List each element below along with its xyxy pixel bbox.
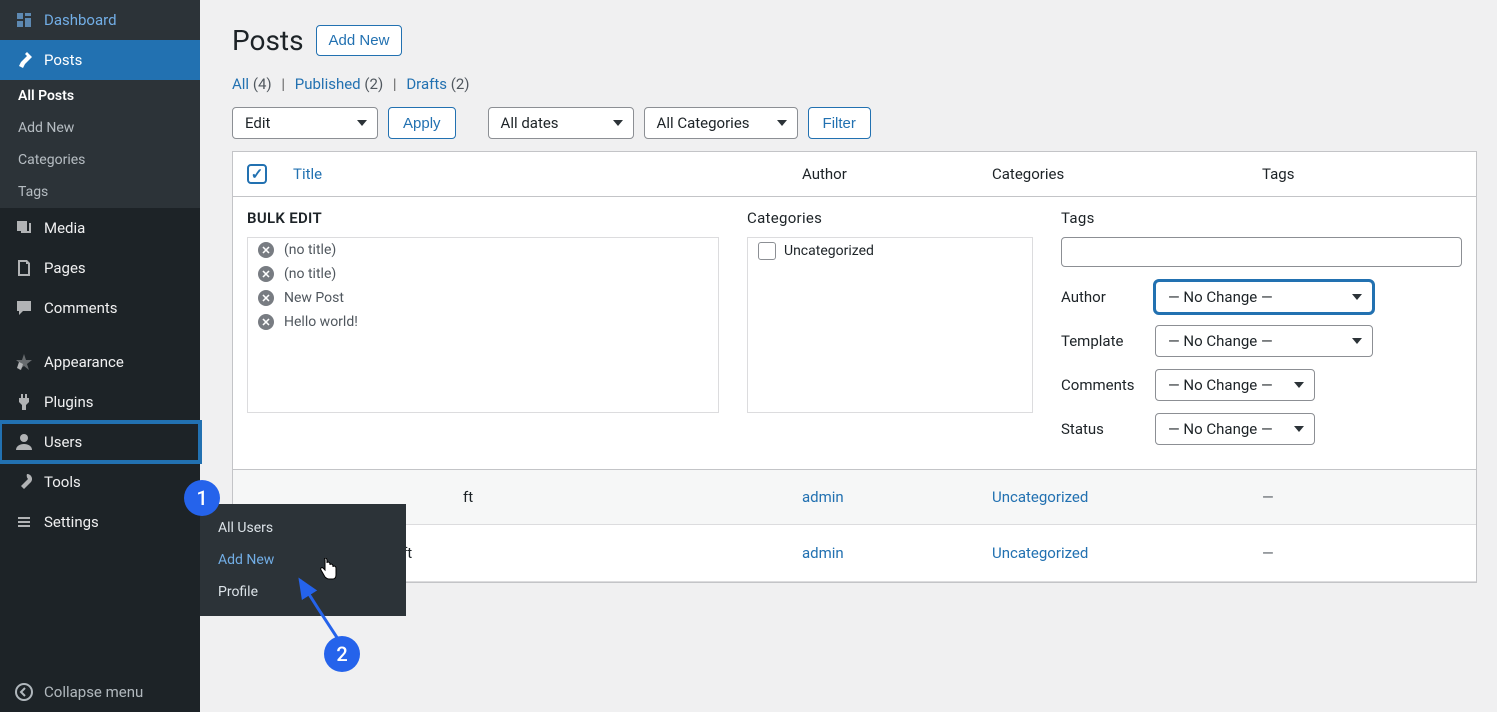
remove-icon[interactable]: ✕ <box>258 314 274 330</box>
bulk-title-item: ✕(no title) <box>248 262 718 286</box>
bulk-tags-label: Tags <box>1061 209 1462 227</box>
author-link[interactable]: admin <box>802 488 844 506</box>
comments-label: Comments <box>1061 376 1155 394</box>
settings-icon <box>14 512 34 532</box>
col-title[interactable]: Title <box>293 165 802 183</box>
users-flyout-menu: All Users Add New Profile <box>200 504 406 616</box>
annotation-badge-1: 1 <box>184 480 220 516</box>
sidebar-label: Settings <box>44 513 99 531</box>
select-all-checkbox[interactable] <box>247 164 267 184</box>
users-icon <box>14 432 34 452</box>
category-link[interactable]: Uncategorized <box>992 488 1088 506</box>
add-new-button[interactable]: Add New <box>316 25 403 56</box>
annotation-badge-2: 2 <box>324 636 360 672</box>
bulk-title-item: ✕New Post <box>248 286 718 310</box>
submenu-categories[interactable]: Categories <box>0 144 200 176</box>
tools-icon <box>14 472 34 492</box>
filter-button[interactable]: Filter <box>808 107 871 139</box>
dashboard-icon <box>14 10 34 30</box>
posts-submenu: All Posts Add New Categories Tags <box>0 80 200 208</box>
cat-checkbox[interactable] <box>758 242 776 260</box>
status-label: Status <box>1061 420 1155 438</box>
sidebar-label: Posts <box>44 51 82 69</box>
sidebar-item-dashboard[interactable]: Dashboard <box>0 0 200 40</box>
sidebar-label: Appearance <box>44 353 124 371</box>
tags-cell: — <box>1262 488 1462 506</box>
bulk-title-item: ✕(no title) <box>248 238 718 262</box>
tags-input[interactable] <box>1061 237 1462 267</box>
bulk-cats-label: Categories <box>747 209 1033 227</box>
cat-option: Uncategorized <box>748 238 1032 264</box>
sidebar-item-pages[interactable]: Pages <box>0 248 200 288</box>
sidebar-item-comments[interactable]: Comments <box>0 288 200 328</box>
author-label: Author <box>1061 288 1155 306</box>
col-categories: Categories <box>992 165 1262 183</box>
appearance-icon <box>14 352 34 372</box>
status-filters: All (4) | Published (2) | Drafts (2) <box>232 75 1477 93</box>
sidebar-item-tools[interactable]: Tools <box>0 462 200 502</box>
remove-icon[interactable]: ✕ <box>258 242 274 258</box>
bulk-cats-list[interactable]: Uncategorized <box>747 237 1033 413</box>
sidebar-label: Pages <box>44 259 86 277</box>
category-link[interactable]: Uncategorized <box>992 544 1088 562</box>
bulk-titles-list[interactable]: ✕(no title) ✕(no title) ✕New Post ✕Hello… <box>247 237 719 413</box>
remove-icon[interactable]: ✕ <box>258 266 274 282</box>
submenu-add-new[interactable]: Add New <box>0 112 200 144</box>
collapse-icon <box>14 682 34 702</box>
collapse-label: Collapse menu <box>44 683 143 701</box>
table-row: ft admin Uncategorized — <box>233 470 1476 525</box>
sidebar-item-posts[interactable]: Posts <box>0 40 200 80</box>
sidebar-label: Plugins <box>44 393 93 411</box>
template-label: Template <box>1061 332 1155 350</box>
tags-cell: — <box>1262 544 1462 562</box>
flyout-profile[interactable]: Profile <box>200 576 406 608</box>
comments-select[interactable]: — No Change — <box>1155 369 1315 401</box>
sidebar-item-settings[interactable]: Settings <box>0 502 200 542</box>
collapse-menu[interactable]: Collapse menu <box>0 672 200 712</box>
pages-icon <box>14 258 34 278</box>
sidebar-item-appearance[interactable]: Appearance <box>0 342 200 382</box>
col-tags: Tags <box>1262 165 1462 183</box>
sidebar-label: Dashboard <box>44 11 117 29</box>
sidebar-label: Users <box>44 433 82 451</box>
col-author: Author <box>802 165 992 183</box>
status-select[interactable]: — No Change — <box>1155 413 1315 445</box>
sidebar-label: Comments <box>44 299 118 317</box>
category-select[interactable]: All Categories <box>644 107 798 139</box>
comments-icon <box>14 298 34 318</box>
sidebar-item-media[interactable]: Media <box>0 208 200 248</box>
page-title: Posts <box>232 24 304 57</box>
sidebar-label: Media <box>44 219 85 237</box>
filter-published[interactable]: Published <box>295 75 361 93</box>
template-select[interactable]: — No Change — <box>1155 325 1373 357</box>
sidebar-item-users[interactable]: Users <box>0 422 200 462</box>
bulk-edit-panel: BULK EDIT ✕(no title) ✕(no title) ✕New P… <box>233 197 1476 470</box>
apply-button[interactable]: Apply <box>388 107 456 139</box>
flyout-add-new[interactable]: Add New <box>200 544 406 576</box>
table-row: (no t— Draft admin Uncategorized — <box>233 525 1476 582</box>
plugins-icon <box>14 392 34 412</box>
remove-icon[interactable]: ✕ <box>258 290 274 306</box>
pin-icon <box>14 50 34 70</box>
submenu-all-posts[interactable]: All Posts <box>0 80 200 112</box>
author-select[interactable]: — No Change — <box>1155 281 1373 313</box>
bulk-action-select[interactable]: Edit <box>232 107 378 139</box>
filter-all[interactable]: All <box>232 75 249 93</box>
bulk-title-item: ✕Hello world! <box>248 310 718 334</box>
author-link[interactable]: admin <box>802 544 844 562</box>
sidebar-item-plugins[interactable]: Plugins <box>0 382 200 422</box>
submenu-tags[interactable]: Tags <box>0 176 200 208</box>
filter-drafts[interactable]: Drafts <box>406 75 447 93</box>
sidebar-label: Tools <box>44 473 81 491</box>
flyout-all-users[interactable]: All Users <box>200 512 406 544</box>
dates-select[interactable]: All dates <box>488 107 634 139</box>
admin-sidebar: Dashboard Posts All Posts Add New Catego… <box>0 0 200 712</box>
posts-table: Title Author Categories Tags BULK EDIT ✕… <box>232 151 1477 583</box>
media-icon <box>14 218 34 238</box>
cursor-pointer-icon <box>318 558 338 585</box>
bulk-edit-legend: BULK EDIT <box>247 209 719 227</box>
